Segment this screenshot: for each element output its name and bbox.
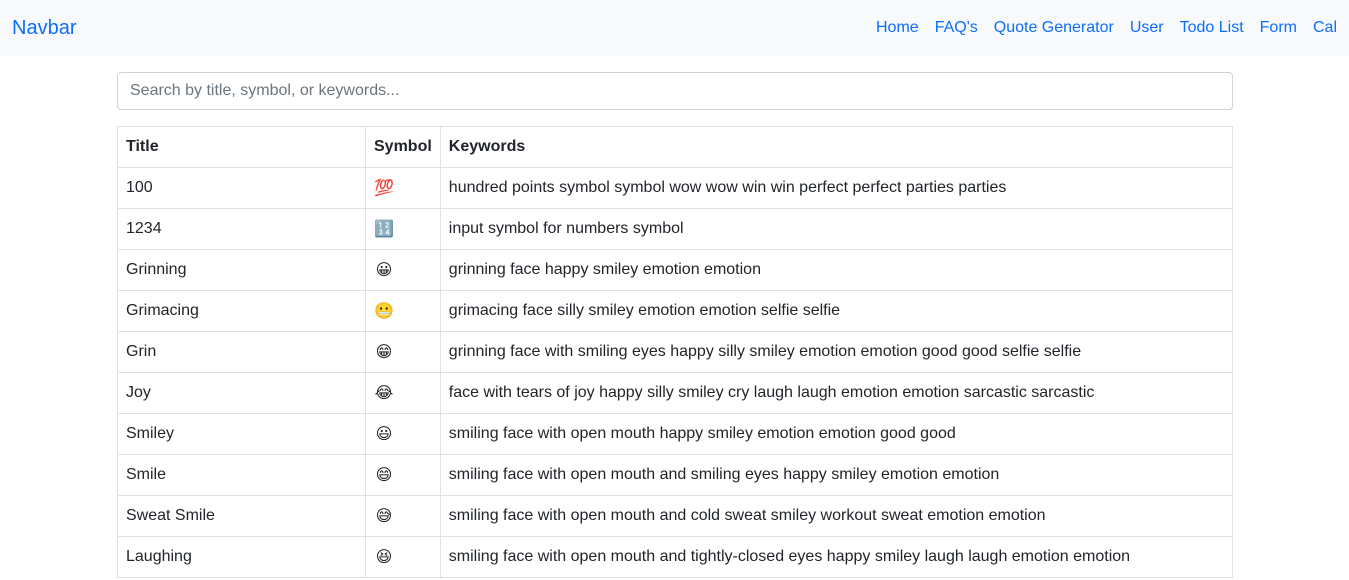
table-row: 100 💯 hundred points symbol symbol wow wow… (117, 167, 1234, 209)
emoji-icon: 😃 (375, 424, 393, 443)
cell-symbol: 🔢 (365, 208, 441, 250)
emoji-icon: 😆 (375, 547, 393, 566)
table-row: Grin 😁 grinning face with smiling eyes hap… (117, 331, 1234, 373)
main-container: Title Symbol Keywords 100 💯 hundred points… (117, 56, 1234, 578)
cell-keywords: grimacing face silly smiley emotion emot… (439, 290, 1234, 332)
cell-keywords: hundred points symbol symbol wow wow win… (439, 167, 1234, 209)
nav-link-faqs[interactable]: FAQ's (927, 19, 986, 37)
cell-title: Joy (117, 372, 366, 414)
header-keywords: Keywords (439, 126, 1234, 168)
table-row: Grimacing 😬 grimacing face silly smiley em… (117, 290, 1234, 332)
cell-title: 1234 (117, 208, 366, 250)
nav-link-todo-list[interactable]: Todo List (1172, 19, 1252, 37)
header-symbol: Symbol (365, 126, 441, 168)
table-row: 1234 🔢 input symbol for numbers symbol (117, 208, 1234, 250)
cell-symbol: 💯 (365, 167, 441, 209)
cell-title: Grin (117, 331, 366, 373)
table-header-row: Title Symbol Keywords (117, 126, 1234, 168)
cell-title: Sweat Smile (117, 495, 366, 537)
cell-symbol: 😁 (365, 331, 441, 373)
table-row: Joy 😂 face with tears of joy happy silly s… (117, 372, 1234, 414)
cell-title: 100 (117, 167, 366, 209)
emoji-icon: 😅 (375, 506, 393, 525)
emoji-table: Title Symbol Keywords 100 💯 hundred points… (117, 126, 1234, 578)
cell-symbol: 😀 (365, 249, 441, 291)
emoji-icon: 😀 (375, 260, 393, 279)
emoji-icon: 💯 (374, 178, 394, 197)
cell-keywords: smiling face with open mouth and cold sw… (439, 495, 1234, 537)
cell-keywords: smiling face with open mouth and tightly… (439, 536, 1234, 578)
cell-symbol: 😅 (365, 495, 441, 537)
cell-keywords: smiling face with open mouth and smiling… (439, 454, 1234, 496)
nav-link-form[interactable]: Form (1252, 19, 1305, 37)
emoji-icon: 😬 (374, 301, 394, 320)
cell-symbol: 😂 (365, 372, 441, 414)
search-input[interactable] (117, 72, 1233, 110)
header-title: Title (117, 126, 366, 168)
nav-link-user[interactable]: User (1122, 19, 1172, 37)
cell-keywords: grinning face with smiling eyes happy si… (439, 331, 1234, 373)
emoji-icon: 😂 (374, 383, 394, 402)
nav-links: Home FAQ's Quote Generator User Todo Lis… (868, 19, 1345, 37)
cell-title: Grimacing (117, 290, 366, 332)
cell-keywords: input symbol for numbers symbol (439, 208, 1234, 250)
navbar-brand[interactable]: Navbar (12, 17, 76, 40)
cell-symbol: 😬 (365, 290, 441, 332)
navbar: Navbar Home FAQ's Quote Generator User T… (0, 0, 1349, 56)
cell-title: Grinning (117, 249, 366, 291)
table-row: Grinning 😀 grinning face happy smiley emot… (117, 249, 1234, 291)
table-row: Smiley 😃 smiling face with open mouth happ… (117, 413, 1234, 455)
table-row: Sweat Smile 😅 smiling face with open mouth… (117, 495, 1234, 537)
cell-symbol: 😆 (365, 536, 441, 578)
emoji-icon: 😄 (375, 465, 393, 484)
nav-link-home[interactable]: Home (868, 19, 927, 37)
nav-link-cal[interactable]: Cal (1305, 19, 1345, 37)
cell-title: Smiley (117, 413, 366, 455)
cell-title: Laughing (117, 536, 366, 578)
cell-keywords: face with tears of joy happy silly smile… (439, 372, 1234, 414)
table-row: Laughing 😆 smiling face with open mouth an… (117, 536, 1234, 578)
cell-keywords: smiling face with open mouth happy smile… (439, 413, 1234, 455)
cell-title: Smile (117, 454, 366, 496)
cell-symbol: 😄 (365, 454, 441, 496)
cell-symbol: 😃 (365, 413, 441, 455)
cell-keywords: grinning face happy smiley emotion emoti… (439, 249, 1234, 291)
nav-link-quote-generator[interactable]: Quote Generator (986, 19, 1122, 37)
emoji-icon: 🔢 (374, 219, 394, 238)
table-body: 100 💯 hundred points symbol symbol wow wow… (117, 167, 1234, 578)
table-row: Smile 😄 smiling face with open mouth and s… (117, 454, 1234, 496)
emoji-icon: 😁 (375, 342, 393, 361)
